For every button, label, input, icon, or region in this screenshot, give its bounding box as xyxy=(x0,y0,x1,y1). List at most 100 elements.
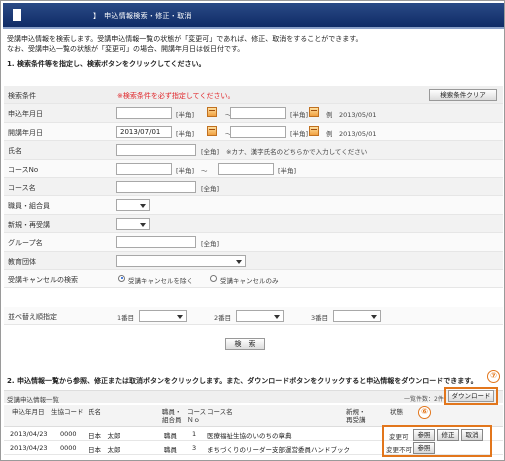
application-window: 】 申込情報検索・修正・取消 受講申込情報を検索します。受講申込情報一覧の状態が… xyxy=(0,0,505,461)
chevron-down-icon xyxy=(140,204,146,209)
cancel-search-row: 受講キャンセルの検索 受講キャンセルを除く 受講キャンセルのみ xyxy=(4,269,503,289)
apply-date-to-hint: [半角] xyxy=(290,111,309,120)
title-bar: 】 申込情報検索・修正・取消 xyxy=(3,3,504,29)
cell-name: 日本 太郎 xyxy=(88,446,121,454)
group-input[interactable] xyxy=(116,236,196,249)
chevron-down-icon xyxy=(371,314,377,319)
condition-label: 検索条件 xyxy=(8,92,36,100)
sort-label: 並べ替え順指定 xyxy=(8,312,57,321)
col-course-name: コース名 xyxy=(207,408,233,416)
edu-org-label: 教育団体 xyxy=(8,257,36,266)
name-hint: [全角] xyxy=(201,148,220,157)
edit-button[interactable]: 修正 xyxy=(437,429,459,441)
row-status: 変更可 xyxy=(389,433,409,441)
col-position: 職員・ 組合員 xyxy=(162,408,182,424)
open-date-label: 開講年月日 xyxy=(8,128,43,137)
group-label: グループ名 xyxy=(8,239,43,248)
calendar-icon[interactable] xyxy=(207,125,217,136)
new-re-select[interactable] xyxy=(116,217,150,230)
apply-date-from-hint: [半角] xyxy=(176,111,195,120)
radio-exclude-cancel-label: 受講キャンセルを除く xyxy=(128,276,193,285)
apply-date-to-input[interactable] xyxy=(230,107,286,120)
sort-third-select[interactable] xyxy=(333,309,381,322)
apply-date-label: 申込年月日 xyxy=(8,110,43,119)
name-input[interactable] xyxy=(116,144,196,157)
radio-exclude-cancel[interactable] xyxy=(118,274,125,282)
new-re-label: 新規・再受講 xyxy=(8,220,50,229)
radio-only-cancel[interactable] xyxy=(210,274,217,282)
intro-text: 受講申込情報を検索します。受講申込情報一覧の状態が「変更可」であれば、修正、取消… xyxy=(7,34,477,54)
chevron-down-icon xyxy=(140,222,146,227)
course-no-tilde: ～ xyxy=(201,166,208,175)
search-button[interactable]: 検 索 xyxy=(225,338,265,350)
calendar-icon[interactable] xyxy=(309,125,319,136)
chevron-down-icon xyxy=(177,314,183,319)
list-count: 一覧件数：2件 xyxy=(404,396,444,403)
course-no-to-hint: [半角] xyxy=(278,166,297,175)
title-mark-icon xyxy=(13,9,21,21)
open-date-example: 例 2013/05/01 xyxy=(326,129,377,138)
callout-6-marker: ⑥ xyxy=(418,406,431,419)
sort-row: 並べ替え順指定 1番目 2番目 3番目 xyxy=(4,306,503,326)
apply-date-example: 例 2013/05/01 xyxy=(326,111,377,120)
cell-position: 職員 xyxy=(164,432,177,440)
name-row: 氏名 [全角] ※カナ、漢字氏名のどちらかで入力してください xyxy=(4,141,503,160)
callout-7-marker: ⑦ xyxy=(487,370,500,383)
group-hint: [全角] xyxy=(201,240,220,249)
sort-third-label: 3番目 xyxy=(311,313,329,322)
course-name-label: コース名 xyxy=(8,183,36,192)
open-date-row: 開講年月日 2013/07/01 [半角] ～ [半角] 例 2013/05/0… xyxy=(4,122,503,142)
course-name-hint: [全角] xyxy=(201,184,220,193)
sort-second-select[interactable] xyxy=(236,309,284,322)
sort-second-label: 2番目 xyxy=(214,313,232,322)
sort-first-label: 1番目 xyxy=(117,313,135,322)
col-status: 状態 xyxy=(390,408,403,416)
chevron-down-icon xyxy=(274,314,280,319)
position-label: 職員・組合員 xyxy=(8,202,50,211)
group-row: グループ名 [全角] xyxy=(4,233,503,252)
position-row: 職員・組合員 xyxy=(4,196,503,215)
calendar-icon[interactable] xyxy=(207,107,217,118)
apply-date-row: 申込年月日 [半角] ～ [半角] 例 2013/05/01 xyxy=(4,104,503,123)
col-new-re: 新規・ 再受講 xyxy=(346,408,366,424)
edu-org-row: 教育団体 xyxy=(4,251,503,270)
cancel-button[interactable]: 取消 xyxy=(461,429,483,441)
course-name-input[interactable] xyxy=(116,180,196,193)
col-member-code: 生協コード xyxy=(51,408,84,416)
list-title: 受講申込情報一覧 xyxy=(7,396,59,404)
reference-button[interactable]: 参照 xyxy=(413,429,435,441)
cell-course-name: 医療福祉生協のいのちの章典 xyxy=(207,432,292,440)
course-no-from-hint: [半角] xyxy=(176,166,195,175)
edu-org-select[interactable] xyxy=(116,254,246,267)
col-name: 氏名 xyxy=(88,408,101,416)
open-date-to-input[interactable] xyxy=(230,125,286,138)
new-re-row: 新規・再受講 xyxy=(4,214,503,234)
reference-button[interactable]: 参照 xyxy=(413,442,435,454)
apply-date-from-input[interactable] xyxy=(116,107,172,120)
spacer-row xyxy=(4,288,503,307)
page-title: 】 申込情報検索・修正・取消 xyxy=(93,12,192,20)
col-course-no: コース Ｎｏ xyxy=(187,408,207,424)
cell-course-no: 1 xyxy=(192,430,197,438)
course-no-to-input[interactable] xyxy=(218,162,274,175)
sort-first-select[interactable] xyxy=(139,309,187,322)
condition-row: 検索条件 ※検索条件を必ず指定してください。 検索条件クリア xyxy=(4,86,503,105)
chevron-down-icon xyxy=(236,259,242,264)
course-no-from-input[interactable] xyxy=(116,162,172,175)
position-select[interactable] xyxy=(116,199,150,212)
radio-only-cancel-label: 受講キャンセルのみ xyxy=(220,276,279,285)
download-button[interactable]: ダウンロード xyxy=(448,390,494,402)
cell-course-no: 3 xyxy=(192,444,197,452)
intro-line-2: なお、受講申込一覧の状態が「変更可」の場合、開講年月日は仮日付です。 xyxy=(7,45,245,53)
open-date-from-input[interactable]: 2013/07/01 xyxy=(116,125,172,138)
course-name-row: コース名 [全角] xyxy=(4,177,503,197)
open-date-to-hint: [半角] xyxy=(290,129,309,138)
cell-apply-date: 2013/04/23 xyxy=(10,444,48,452)
row-status: 変更不可 xyxy=(386,446,412,454)
cell-course-name: まちづくりのリーダー支部運営委員ハンドブック xyxy=(207,446,350,454)
step1-instruction: 1. 検索条件等を指定し、検索ボタンをクリックしてください。 xyxy=(7,60,206,68)
calendar-icon[interactable] xyxy=(309,107,319,118)
name-note: ※カナ、漢字氏名のどちらかで入力してください xyxy=(226,148,368,157)
cancel-search-label: 受講キャンセルの検索 xyxy=(8,275,78,284)
clear-conditions-button[interactable]: 検索条件クリア xyxy=(429,89,497,101)
